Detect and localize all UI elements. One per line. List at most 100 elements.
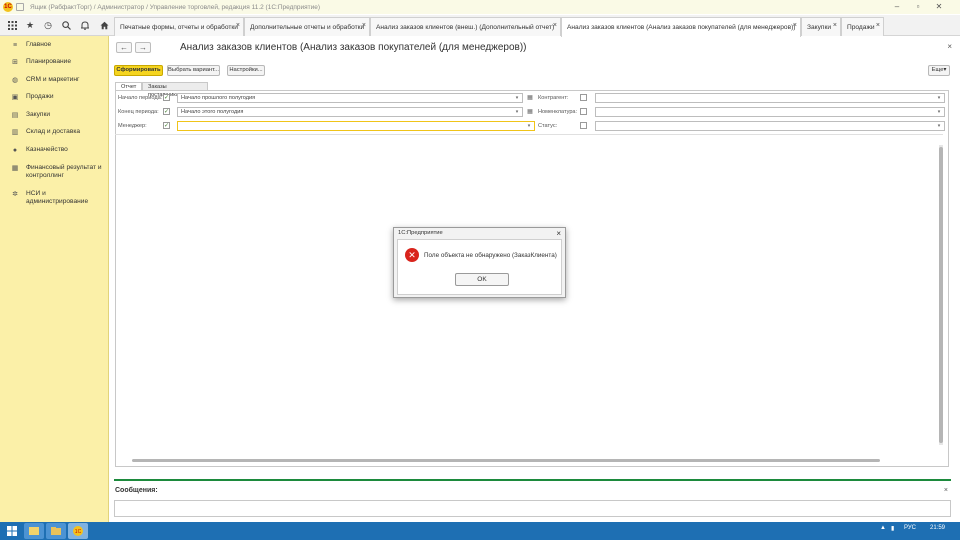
tab-close-icon[interactable]: × [833, 22, 837, 29]
bag-icon: ▣ [11, 94, 19, 101]
ok-button[interactable]: OK [455, 273, 509, 286]
settings-button[interactable]: Настройки... [227, 65, 265, 76]
window-titlebar: 1С Ящик (РабфактТорг) / Администратор / … [0, 0, 960, 14]
period-start-field[interactable]: Начало прошлого полугодия ▾ [177, 93, 523, 103]
network-icon[interactable]: ▮ [891, 525, 894, 532]
treasury-icon: ● [12, 147, 18, 154]
period-end-label: Конец периода: [118, 109, 159, 115]
sidebar-item-crm[interactable]: ◍ CRM и маркетинг [0, 76, 109, 85]
manager-checkbox[interactable]: ✓ [163, 122, 170, 129]
forward-button[interactable]: → [135, 42, 151, 53]
messages-box [114, 500, 951, 517]
files-taskbar-icon[interactable] [46, 523, 66, 539]
search-icon[interactable] [58, 17, 74, 33]
sidebar-item-finance[interactable]: ▦ Финансовый результат и контроллинг [0, 164, 109, 180]
sidebar-item-treasury[interactable]: ● Казначейство [0, 146, 109, 155]
tab-close-icon[interactable]: × [793, 22, 797, 29]
tray-language[interactable]: РУС [904, 525, 916, 531]
tab-label: Продажи [847, 23, 875, 31]
horizontal-scrollbar[interactable] [132, 459, 880, 462]
planning-icon: ⊞ [12, 59, 18, 66]
tab-print-forms[interactable]: Печатные формы, отчеты и обработки × [114, 17, 244, 36]
vertical-scrollbar[interactable] [939, 147, 943, 443]
chevron-down-icon[interactable]: ▾ [935, 122, 943, 130]
bell-icon[interactable] [77, 17, 93, 33]
sidebar-item-label: Склад и доставка [26, 128, 81, 135]
top-toolbar: ★ ◷ Печатные формы, отчеты и обработки ×… [0, 15, 960, 37]
tray-arrow-icon[interactable]: ▲ [880, 525, 886, 531]
apps-grid-icon[interactable] [4, 17, 20, 33]
history-icon[interactable]: ◷ [40, 17, 56, 33]
more-button[interactable]: Еще▾ [928, 65, 950, 76]
chevron-down-icon[interactable]: ▾ [935, 108, 943, 116]
nomenclature-field[interactable]: ▾ [595, 107, 945, 117]
status-label: Статус: [538, 123, 558, 129]
dialog-body: ✕ Поле объекта не обнаружено (ЗаказКлиен… [397, 239, 562, 295]
app-logo-icon: 1С [3, 2, 13, 12]
sidebar-item-planning[interactable]: ⊞ Планирование [0, 58, 109, 67]
sidebar-item-warehouse[interactable]: ▥ Склад и доставка [0, 128, 109, 137]
back-button[interactable]: ← [116, 42, 132, 53]
tab-additional-reports[interactable]: Дополнительные отчеты и обработки × [244, 17, 370, 36]
tab-purchases[interactable]: Закупки × [801, 17, 841, 36]
tab-orders-analysis-managers[interactable]: Анализ заказов клиентов (Анализ заказов … [561, 17, 801, 37]
status-checkbox[interactable] [580, 122, 587, 129]
window-menu-icon[interactable] [16, 3, 24, 11]
crm-icon: ◍ [11, 77, 19, 84]
counterparty-checkbox[interactable] [580, 94, 587, 101]
report-result-area[interactable] [115, 134, 943, 464]
period-end-field[interactable]: Начало этого полугодия ▾ [177, 107, 523, 117]
tab-orders-analysis-external[interactable]: Анализ заказов клиентов (внеш.) (Дополни… [370, 17, 561, 36]
chevron-down-icon[interactable]: ▾ [513, 108, 521, 116]
sidebar-item-label: Главное [26, 41, 52, 48]
explorer-taskbar-icon[interactable] [24, 523, 44, 539]
tab-label: Анализ заказов клиентов (Анализ заказов … [567, 24, 796, 31]
tab-label: Дополнительные отчеты и обработки [250, 23, 365, 31]
calendar-icon[interactable]: ▦ [526, 94, 534, 102]
tab-close-icon[interactable]: × [876, 22, 880, 29]
sidebar-item-label: Планирование [26, 58, 72, 65]
cart-icon: ▤ [11, 112, 19, 119]
error-dialog: 1С:Предприятие × ✕ Поле объекта не обнар… [393, 227, 566, 298]
tab-close-icon[interactable]: × [362, 22, 366, 29]
svg-text:1С: 1С [75, 529, 82, 535]
nomenclature-label: Номенклатура: [538, 109, 578, 115]
error-icon: ✕ [405, 248, 419, 262]
tab-sales[interactable]: Продажи × [841, 17, 884, 36]
home-icon[interactable] [96, 17, 112, 33]
onec-taskbar-icon[interactable]: 1С [68, 523, 88, 539]
period-end-value: Начало этого полугодия [181, 109, 244, 115]
period-start-value: Начало прошлого полугодия [181, 95, 256, 101]
chevron-down-icon[interactable]: ▾ [513, 94, 521, 102]
period-end-checkbox[interactable]: ✓ [163, 108, 170, 115]
chevron-down-icon[interactable]: ▾ [935, 94, 943, 102]
manager-field[interactable]: ▾ [177, 121, 535, 131]
sidebar-item-purchases[interactable]: ▤ Закупки [0, 111, 109, 120]
window-close-icon[interactable]: ✕ [930, 0, 948, 14]
sidebar-item-admin[interactable]: ✲ НСИ и администрирование [0, 190, 109, 206]
chevron-down-icon[interactable]: ▾ [525, 122, 533, 130]
dialog-close-icon[interactable]: × [556, 229, 561, 238]
period-start-checkbox[interactable]: ✓ [163, 94, 170, 101]
nomenclature-checkbox[interactable] [580, 108, 587, 115]
start-icon[interactable] [2, 523, 22, 539]
maximize-icon[interactable]: ▫ [909, 0, 927, 14]
generate-button[interactable]: Сформировать [114, 65, 163, 76]
sidebar-item-sales[interactable]: ▣ Продажи [0, 93, 109, 102]
period-start-label: Начало периода: [118, 95, 163, 101]
sidebar-item-main[interactable]: ≡ Главное [0, 41, 109, 50]
tab-close-icon[interactable]: × [553, 22, 557, 29]
form-close-icon[interactable]: × [947, 42, 952, 51]
counterparty-field[interactable]: ▾ [595, 93, 945, 103]
status-field[interactable]: ▾ [595, 121, 945, 131]
star-icon[interactable]: ★ [22, 17, 38, 33]
windows-taskbar: 1С ▲ ▮ РУС 21:59 [0, 522, 960, 540]
minimize-icon[interactable]: – [888, 0, 906, 14]
calendar-icon[interactable]: ▦ [526, 108, 534, 116]
messages-divider [114, 479, 951, 481]
messages-close-icon[interactable]: × [944, 487, 948, 494]
choose-variant-button[interactable]: Выбрать вариант... [167, 65, 220, 76]
tray-clock[interactable]: 21:59 [930, 525, 945, 531]
warehouse-icon: ▥ [11, 129, 19, 136]
tab-close-icon[interactable]: × [236, 22, 240, 29]
